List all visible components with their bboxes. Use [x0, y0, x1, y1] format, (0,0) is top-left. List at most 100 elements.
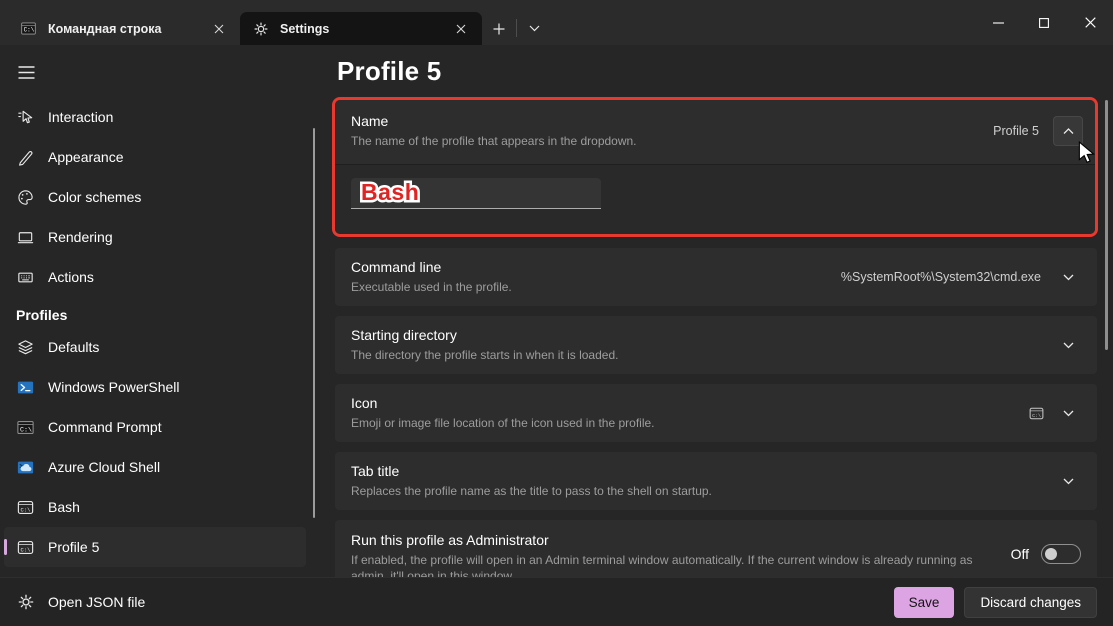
sidebar-scrollbar[interactable]	[313, 128, 315, 518]
minimize-button[interactable]	[975, 0, 1021, 45]
sidebar-item-appearance[interactable]: Appearance	[4, 137, 306, 177]
setting-label: Icon	[351, 395, 1028, 411]
setting-label: Command line	[351, 259, 841, 275]
sidebar-item-profile-5[interactable]: C:\ Profile 5	[4, 527, 306, 567]
setting-description: Executable used in the profile.	[351, 279, 841, 295]
setting-label: Name	[351, 113, 993, 129]
powershell-icon	[16, 378, 35, 397]
discard-changes-button[interactable]: Discard changes	[964, 587, 1097, 618]
tab-command-prompt[interactable]: C:\ Командная строка	[8, 12, 240, 45]
new-tab-button[interactable]	[482, 12, 516, 45]
close-icon	[1085, 17, 1096, 28]
chevron-up-icon	[1063, 128, 1074, 135]
chevron-down-icon	[1063, 478, 1074, 485]
gear-icon	[252, 20, 269, 37]
settings-sidebar: Interaction Appearance Color schemes	[0, 45, 316, 577]
setting-label: Tab title	[351, 463, 1055, 479]
profiles-section-header: Profiles	[16, 307, 316, 323]
sidebar-item-label: Color schemes	[48, 189, 141, 205]
setting-description: The name of the profile that appears in …	[351, 133, 993, 149]
admin-toggle-switch[interactable]	[1041, 544, 1081, 564]
page-title: Profile 5	[337, 56, 1097, 87]
tab-settings[interactable]: Settings	[240, 12, 482, 45]
setting-current-value: %SystemRoot%\System32\cmd.exe	[841, 270, 1041, 284]
setting-current-value: Profile 5	[993, 124, 1039, 138]
titlebar-drag-area	[551, 0, 975, 45]
hamburger-icon	[18, 66, 35, 79]
palette-icon	[16, 188, 35, 207]
open-json-file-button[interactable]: Open JSON file	[16, 593, 145, 612]
sidebar-item-windows-powershell[interactable]: Windows PowerShell	[4, 367, 306, 407]
expand-button[interactable]	[1055, 332, 1081, 358]
sidebar-item-label: Profile 5	[48, 539, 99, 555]
setting-label: Starting directory	[351, 327, 1055, 343]
setting-label: Run this profile as Administrator	[351, 532, 1011, 548]
expand-button[interactable]	[1055, 468, 1081, 494]
actions-icon	[16, 268, 35, 287]
sidebar-item-command-prompt[interactable]: C:\ Command Prompt	[4, 407, 306, 447]
expand-button[interactable]	[1055, 400, 1081, 426]
open-json-file-label: Open JSON file	[48, 594, 145, 610]
maximize-button[interactable]	[1021, 0, 1067, 45]
rendering-icon	[16, 228, 35, 247]
azure-cloud-icon	[16, 458, 35, 477]
sidebar-item-label: Windows PowerShell	[48, 379, 180, 395]
sidebar-item-color-schemes[interactable]: Color schemes	[4, 177, 306, 217]
setting-description: The directory the profile starts in when…	[351, 347, 1055, 363]
content-scrollbar[interactable]	[1105, 100, 1108, 350]
plus-icon	[493, 23, 505, 35]
cmd-icon: C:\	[20, 20, 37, 37]
minimize-icon	[993, 22, 1004, 24]
sidebar-item-azure-cloud-shell[interactable]: Azure Cloud Shell	[4, 447, 306, 487]
starting-directory-setting-card[interactable]: Starting directory The directory the pro…	[335, 316, 1097, 374]
save-button[interactable]: Save	[894, 587, 955, 618]
close-tab-icon[interactable]	[208, 18, 230, 40]
maximize-icon	[1039, 18, 1049, 28]
windows-terminal-settings-window: C:\ Командная строка Settings	[0, 0, 1113, 626]
sidebar-item-label: Appearance	[48, 149, 124, 165]
close-tab-icon[interactable]	[450, 18, 472, 40]
profile-name-input[interactable]: Bash Bash	[351, 178, 601, 209]
tab-title-setting-card[interactable]: Tab title Replaces the profile name as t…	[335, 452, 1097, 510]
selection-accent	[4, 539, 7, 555]
name-setting-header[interactable]: Name The name of the profile that appear…	[335, 100, 1095, 164]
tab-label: Settings	[280, 22, 450, 36]
close-window-button[interactable]	[1067, 0, 1113, 45]
svg-text:C:\: C:\	[21, 546, 31, 553]
navigation-menu-button[interactable]	[8, 57, 44, 87]
setting-description: Replaces the profile name as the title t…	[351, 483, 1055, 499]
appearance-icon	[16, 148, 35, 167]
terminal-outline-icon: C:\	[16, 498, 35, 517]
chevron-down-icon	[1063, 342, 1074, 349]
sidebar-item-defaults[interactable]: Defaults	[4, 327, 306, 367]
sidebar-item-bash[interactable]: C:\ Bash	[4, 487, 306, 527]
tab-dropdown-button[interactable]	[517, 12, 551, 45]
sidebar-item-label: Command Prompt	[48, 419, 162, 435]
sidebar-item-actions[interactable]: Actions	[4, 257, 306, 297]
command-line-setting-card[interactable]: Command line Executable used in the prof…	[335, 248, 1097, 306]
expand-button[interactable]	[1055, 264, 1081, 290]
toggle-knob	[1045, 548, 1057, 560]
setting-description: If enabled, the profile will open in an …	[351, 552, 986, 577]
svg-text:C:\: C:\	[1032, 412, 1041, 418]
titlebar: C:\ Командная строка Settings	[0, 0, 1113, 45]
svg-text:C:\: C:\	[20, 425, 32, 433]
layers-icon	[16, 338, 35, 357]
sidebar-item-label: Actions	[48, 269, 94, 285]
sidebar-item-label: Azure Cloud Shell	[48, 459, 160, 475]
chevron-down-icon	[1063, 274, 1074, 281]
chevron-down-icon	[529, 25, 540, 32]
name-setting-expanded-body: Bash Bash	[335, 164, 1095, 234]
collapse-button[interactable]	[1053, 116, 1083, 146]
sidebar-item-label: Rendering	[48, 229, 113, 245]
chevron-down-icon	[1063, 410, 1074, 417]
annotation-typed-text: Bash	[361, 179, 419, 206]
toggle-state-label: Off	[1011, 546, 1029, 562]
footer-bar: Open JSON file Save Discard changes	[0, 577, 1113, 626]
sidebar-item-label: Bash	[48, 499, 80, 515]
sidebar-item-interaction[interactable]: Interaction	[4, 97, 306, 137]
sidebar-item-rendering[interactable]: Rendering	[4, 217, 306, 257]
interaction-icon	[16, 108, 35, 127]
icon-setting-card[interactable]: Icon Emoji or image file location of the…	[335, 384, 1097, 442]
tab-label: Командная строка	[48, 22, 208, 36]
